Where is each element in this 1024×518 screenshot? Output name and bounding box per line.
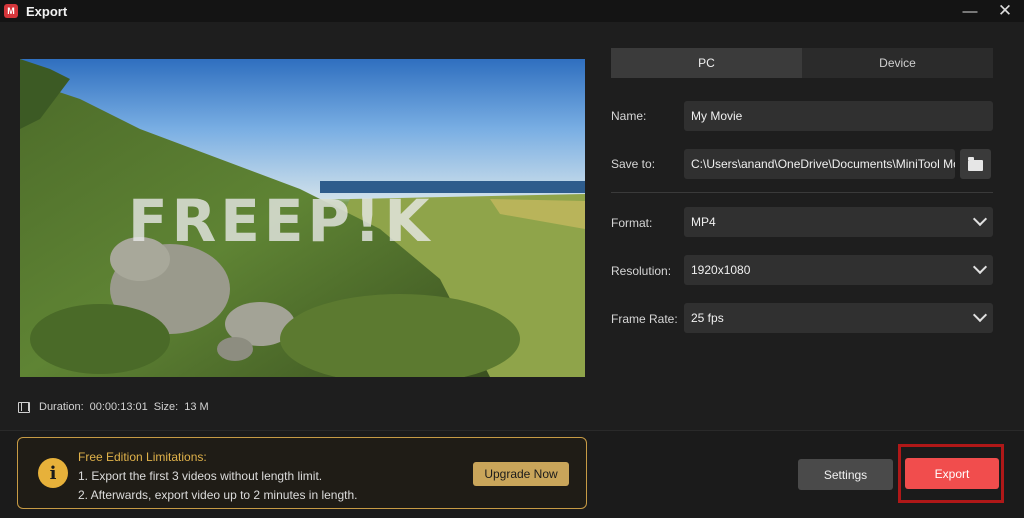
frame-rate-value: 25 fps xyxy=(691,311,724,325)
chevron-down-icon xyxy=(972,307,988,323)
chevron-down-icon xyxy=(972,259,988,275)
name-label: Name: xyxy=(611,109,647,123)
window-title: Export xyxy=(26,3,68,19)
info-icon: i xyxy=(38,458,68,488)
browse-folder-button[interactable] xyxy=(960,149,991,179)
name-field-value: My Movie xyxy=(691,109,743,123)
size-label: Size: xyxy=(153,401,179,413)
export-button[interactable]: Export xyxy=(905,458,999,489)
format-value: MP4 xyxy=(691,215,716,229)
chevron-down-icon xyxy=(972,211,988,227)
limitation-line-2: 2. Afterwards, export video up to 2 minu… xyxy=(78,488,358,502)
name-field[interactable]: My Movie xyxy=(684,101,993,131)
tab-device[interactable]: Device xyxy=(802,48,993,78)
title-bar: M Export — ✕ xyxy=(0,0,1024,22)
settings-button[interactable]: Settings xyxy=(798,459,893,490)
limitations-title: Free Edition Limitations: xyxy=(78,450,207,464)
limitation-line-1: 1. Export the first 3 videos without len… xyxy=(78,469,323,483)
export-target-tabs: PC Device xyxy=(611,48,993,78)
frame-rate-select[interactable]: 25 fps xyxy=(684,303,993,333)
close-button[interactable]: ✕ xyxy=(990,0,1020,22)
minimize-button[interactable]: — xyxy=(955,0,985,22)
app-logo-icon: M xyxy=(4,4,18,18)
format-select[interactable]: MP4 xyxy=(684,207,993,237)
freepik-watermark: FREEP!K xyxy=(128,187,434,255)
tab-pc[interactable]: PC xyxy=(611,48,802,78)
free-edition-limitations-panel: i Free Edition Limitations: 1. Export th… xyxy=(17,437,587,509)
frame-rate-label: Frame Rate: xyxy=(611,312,678,326)
film-icon xyxy=(18,401,30,413)
resolution-select[interactable]: 1920x1080 xyxy=(684,255,993,285)
video-preview: FREEP!K xyxy=(20,59,585,377)
upgrade-now-button[interactable]: Upgrade Now xyxy=(473,462,569,486)
form-divider xyxy=(611,192,993,193)
save-path-value: C:\Users\anand\OneDrive\Documents\MiniTo… xyxy=(691,157,955,171)
resolution-label: Resolution: xyxy=(611,264,672,278)
save-path-field[interactable]: C:\Users\anand\OneDrive\Documents\MiniTo… xyxy=(684,149,955,179)
format-label: Format: xyxy=(611,216,653,230)
size-value: 13 M xyxy=(184,401,209,413)
duration-value: 00:00:13:01 xyxy=(89,401,148,413)
video-info-row: Duration: 00:00:13:01 Size: 13 M xyxy=(18,401,215,413)
duration-label: Duration: xyxy=(39,401,84,413)
folder-icon xyxy=(968,156,983,171)
save-to-label: Save to: xyxy=(611,157,656,171)
resolution-value: 1920x1080 xyxy=(691,263,751,277)
